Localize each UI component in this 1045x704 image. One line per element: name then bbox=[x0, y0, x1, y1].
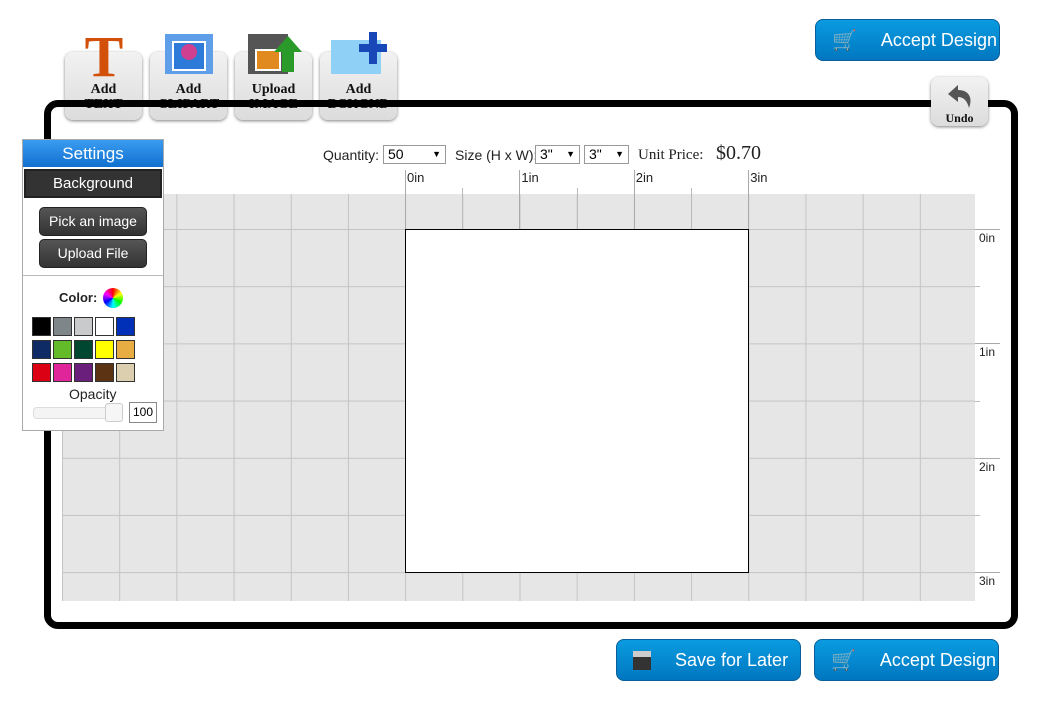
ruler-top-label: 1in bbox=[521, 170, 539, 185]
accept-design-button[interactable]: 🛒 Accept Design bbox=[814, 639, 999, 681]
color-swatch[interactable] bbox=[95, 363, 114, 382]
unit-price-value: $0.70 bbox=[716, 142, 761, 164]
color-swatch[interactable] bbox=[53, 317, 72, 336]
ruler-top-label: 3in bbox=[750, 170, 768, 185]
color-swatch[interactable] bbox=[74, 317, 93, 336]
upload-image-icon bbox=[247, 34, 302, 74]
undo-icon bbox=[948, 85, 971, 108]
settings-panel: Settings Background Pick an image Upload… bbox=[22, 139, 164, 431]
ruler-right-major-tick bbox=[975, 229, 1000, 230]
color-swatch[interactable] bbox=[74, 340, 93, 359]
color-label: Color: bbox=[59, 290, 98, 305]
text-t-icon: T bbox=[84, 28, 123, 78]
color-swatch[interactable] bbox=[95, 317, 114, 336]
ruler-right-label: 3in bbox=[979, 574, 996, 589]
ruler-top-minor-tick bbox=[462, 188, 464, 229]
tab-background[interactable]: Background bbox=[24, 169, 162, 198]
color-swatch[interactable] bbox=[95, 340, 114, 359]
ruler-top-major-tick bbox=[748, 170, 750, 229]
ruler-top-label: 0in bbox=[407, 170, 425, 185]
ruler-top-major-tick bbox=[405, 170, 406, 229]
opacity-slider-handle[interactable] bbox=[105, 403, 123, 422]
cart-icon: 🛒 bbox=[832, 29, 857, 52]
color-swatch[interactable] bbox=[32, 317, 51, 336]
color-swatch[interactable] bbox=[74, 363, 93, 382]
ruler-top-major-tick bbox=[519, 170, 521, 229]
ruler-top-minor-tick bbox=[691, 188, 692, 229]
color-swatch[interactable] bbox=[32, 363, 51, 382]
opacity-input[interactable]: 100 bbox=[129, 402, 157, 423]
ruler-right-label: 0in bbox=[979, 231, 996, 245]
cart-icon: 🛒 bbox=[831, 649, 856, 672]
undo-button[interactable]: Undo bbox=[931, 77, 988, 126]
ruler-right-major-tick bbox=[975, 457, 1000, 459]
ruler-right-minor-tick bbox=[975, 400, 980, 402]
quantity-label: Quantity: bbox=[323, 147, 380, 163]
floppy-disk-icon bbox=[633, 650, 651, 670]
color-swatch[interactable] bbox=[116, 363, 135, 382]
ruler-right-major-tick bbox=[975, 572, 1000, 574]
clipart-folder-icon bbox=[164, 34, 213, 74]
ruler-right-label: 1in bbox=[979, 345, 996, 360]
upload-file-button[interactable]: Upload File bbox=[39, 239, 147, 268]
svg-text:T: T bbox=[84, 28, 123, 78]
color-wheel-icon[interactable] bbox=[103, 288, 123, 308]
settings-title: Settings bbox=[23, 140, 163, 167]
color-swatch[interactable] bbox=[32, 340, 51, 359]
height-select[interactable]: 3" bbox=[535, 145, 580, 164]
add-background-icon bbox=[330, 32, 387, 74]
ruler-right-minor-tick bbox=[975, 515, 980, 516]
unit-price-label: Unit Price: bbox=[638, 147, 704, 163]
pick-image-button[interactable]: Pick an image bbox=[39, 207, 147, 236]
ruler-top-major-tick bbox=[633, 170, 635, 229]
divider bbox=[23, 275, 163, 276]
opacity-label: Opacity bbox=[69, 386, 117, 402]
ruler-top-minor-tick bbox=[576, 188, 578, 229]
accept-design-top-button[interactable]: 🛒 Accept Design bbox=[815, 19, 1000, 61]
ruler-top-label: 2in bbox=[635, 170, 654, 185]
size-label: Size (H x W): bbox=[455, 147, 538, 163]
color-swatch[interactable] bbox=[53, 340, 72, 359]
ruler-right-major-tick bbox=[975, 343, 1000, 345]
color-swatch[interactable] bbox=[116, 340, 135, 359]
color-swatch[interactable] bbox=[116, 317, 135, 336]
design-canvas[interactable] bbox=[405, 229, 749, 573]
ruler-right-label: 2in bbox=[979, 459, 996, 474]
save-for-later-button[interactable]: Save for Later bbox=[616, 639, 801, 681]
ruler-right-minor-tick bbox=[975, 286, 980, 288]
color-swatch[interactable] bbox=[53, 363, 72, 382]
width-select[interactable]: 3" bbox=[584, 145, 629, 164]
quantity-select[interactable]: 50 bbox=[383, 145, 446, 164]
